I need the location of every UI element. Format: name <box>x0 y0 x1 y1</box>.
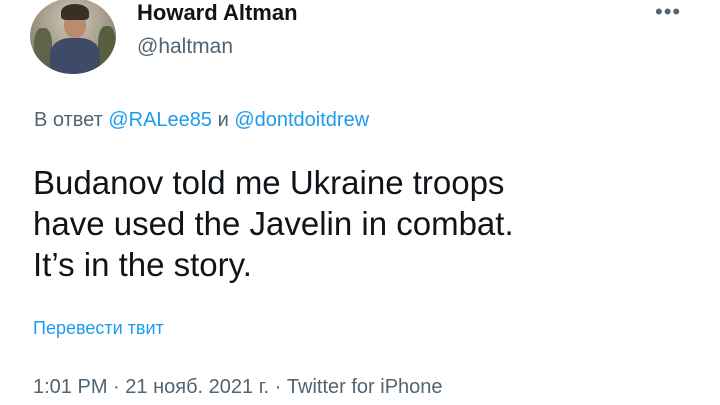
tweet-line: have used the Javelin in combat. <box>33 205 514 242</box>
avatar-bg-right <box>98 26 116 70</box>
avatar-hair <box>61 4 89 20</box>
meta-separator: · <box>113 376 120 398</box>
reply-conjunction: и <box>217 109 229 131</box>
tweet-time[interactable]: 1:01 PM <box>33 376 107 398</box>
reply-context: В ответ @RALee85 и @dontdoitdrew <box>34 107 369 133</box>
avatar[interactable] <box>30 0 116 74</box>
tweet-date[interactable]: 21 нояб. 2021 г. <box>125 376 269 398</box>
reply-user-link[interactable]: @dontdoitdrew <box>234 109 369 131</box>
author-handle[interactable]: @haltman <box>137 34 233 60</box>
tweet-source[interactable]: Twitter for iPhone <box>287 376 443 398</box>
tweet-line: It’s in the story. <box>33 246 252 283</box>
reply-prefix: В ответ <box>34 109 103 131</box>
tweet-line: Budanov told me Ukraine troops <box>33 164 505 201</box>
ellipsis-icon[interactable]: ••• <box>655 1 681 23</box>
translate-tweet-link[interactable]: Перевести твит <box>33 316 164 340</box>
avatar-body <box>50 38 100 74</box>
author-name[interactable]: Howard Altman <box>137 0 298 26</box>
tweet-text: Budanov told me Ukraine troops have used… <box>33 162 683 285</box>
meta-separator: · <box>274 376 282 398</box>
reply-user-link[interactable]: @RALee85 <box>108 109 212 131</box>
tweet-meta: 1:01 PM · 21 нояб. 2021 г. · Twitter for… <box>33 374 443 400</box>
